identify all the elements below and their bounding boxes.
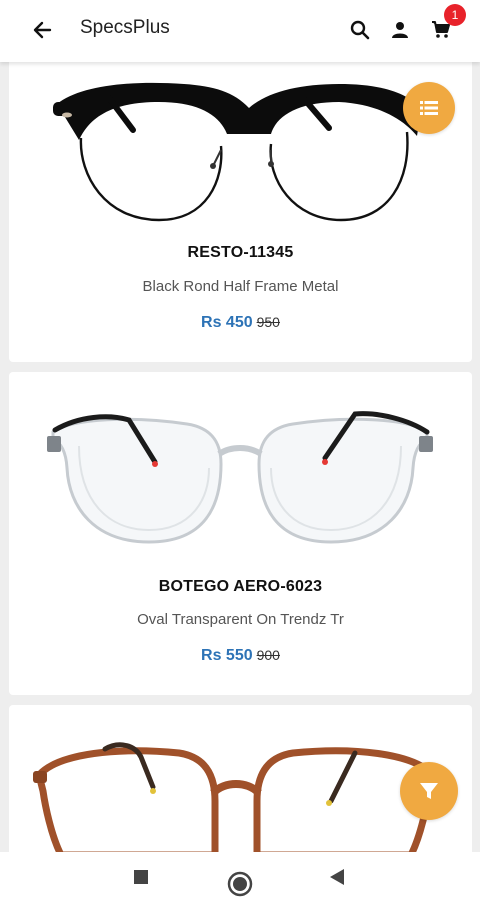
home-circle-icon <box>227 871 253 897</box>
account-icon <box>392 22 408 38</box>
search-icon <box>350 20 370 40</box>
product-image <box>53 82 429 222</box>
product-price: Rs 550 900 <box>9 647 472 665</box>
back-arrow-icon <box>33 21 52 39</box>
app-header: SpecsPlus 1 <box>0 0 480 62</box>
list-view-icon <box>420 101 438 115</box>
filter-icon <box>420 783 438 799</box>
product-card[interactable]: RESTO-11345 Black Rond Half Frame Metal … <box>9 40 472 362</box>
price-original: 950 <box>256 314 280 330</box>
home-button[interactable] <box>226 870 254 898</box>
nav-back-button[interactable] <box>324 864 350 890</box>
back-button[interactable] <box>24 12 60 48</box>
product-name: BOTEGO AERO-6023 <box>158 578 323 595</box>
price-original: 900 <box>256 647 280 663</box>
system-navigation-bar <box>0 852 480 900</box>
product-name: RESTO-11345 <box>187 244 294 261</box>
cart-count-badge: 1 <box>444 4 466 26</box>
app-title: SpecsPlus <box>80 17 170 38</box>
list-view-button[interactable] <box>403 82 455 134</box>
product-description: Oval Transparent On Trendz Tr <box>137 611 344 628</box>
product-image <box>47 411 433 544</box>
recent-apps-button[interactable] <box>128 864 154 890</box>
product-description: Black Rond Half Frame Metal <box>142 278 339 295</box>
filter-button[interactable] <box>400 762 458 820</box>
search-button[interactable] <box>344 12 376 48</box>
triangle-back-icon <box>330 869 344 885</box>
account-button[interactable] <box>384 12 416 48</box>
square-icon <box>134 870 148 884</box>
price-current: Rs 450 <box>201 314 253 331</box>
price-current: Rs 550 <box>201 647 253 664</box>
product-card[interactable]: BOTEGO AERO-6023 Oval Transparent On Tre… <box>9 372 472 695</box>
product-price: Rs 450 950 <box>9 314 472 332</box>
